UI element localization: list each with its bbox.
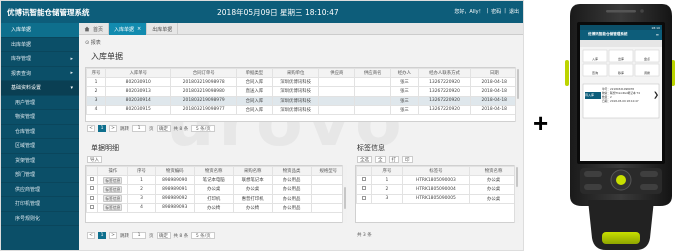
device-card-lines: 单号：22180321098978 物资：联想ThinkPad笔记本 T4 数量：2… — [602, 87, 648, 103]
device-camera — [640, 9, 644, 13]
device-screen-content: 18:10 优博讯智能仓储管理系统 ≡ 入库 出库 盘点查询 移库 调拨 待入库 单号：… — [580, 25, 662, 161]
device-grid-labels: 入库 出库 盘点查询 移库 调拨 — [583, 50, 659, 76]
handheld-device — [565, 4, 675, 250]
device-menu-button[interactable]: 盘点 — [635, 50, 659, 62]
menu-icon[interactable]: ≡ — [656, 32, 659, 37]
device-grip-accent — [602, 232, 640, 244]
arrow-right-icon[interactable]: ❯ — [653, 91, 659, 99]
device-keypad — [580, 168, 662, 194]
device-menu-button[interactable]: 移库 — [609, 64, 633, 76]
device-card-line: 日期：2018-05-09 18:10:47 — [602, 99, 639, 103]
device-speaker — [606, 10, 636, 13]
device-menu-button[interactable]: 调拨 — [635, 64, 659, 76]
device-menu-button[interactable]: 查询 — [583, 64, 607, 76]
device-menu-button[interactable]: 入库 — [583, 50, 607, 62]
device-app-title: 优博讯智能仓储管理系统 — [588, 32, 628, 36]
device-status-time: 18:10 — [651, 25, 660, 30]
device-card-badge-text: 待入库 — [585, 93, 595, 97]
device-menu-button[interactable]: 出库 — [609, 50, 633, 62]
